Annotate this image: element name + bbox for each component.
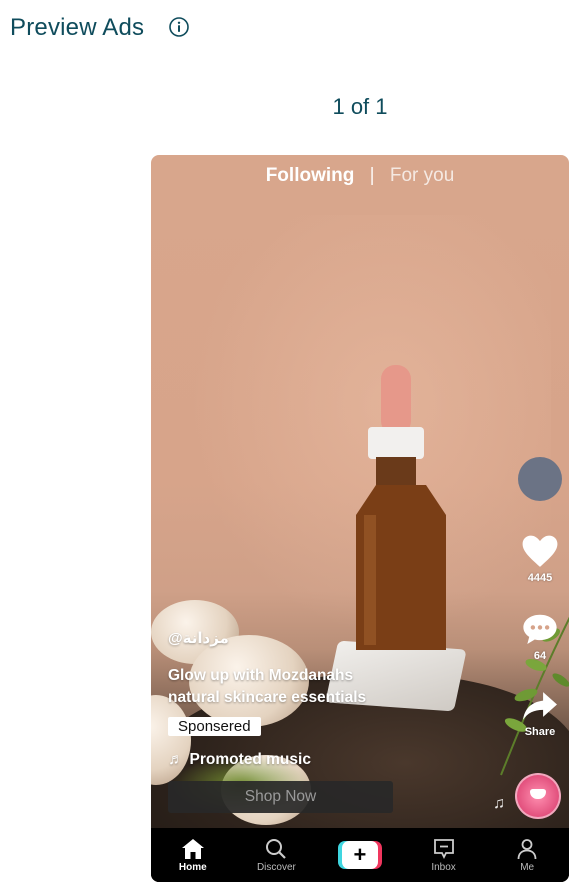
nav-discover-label: Discover (256, 861, 296, 873)
home-icon (181, 838, 204, 859)
ad-description: Glow up with Mozdanahs natural skincare … (168, 667, 367, 706)
nav-discover[interactable]: Discover (241, 838, 311, 873)
nav-inbox[interactable]: Inbox (409, 838, 479, 873)
creator-avatar[interactable] (517, 457, 563, 501)
promoted-music[interactable]: ♬ Promoted music (168, 751, 311, 769)
comment-count: 64 (533, 650, 547, 662)
tab-separator: | (369, 165, 375, 186)
music-disc-icon[interactable] (515, 773, 561, 819)
nav-home-label: Home (178, 861, 207, 873)
nav-me[interactable]: Me (492, 838, 562, 873)
music-note-icon: ♫ (493, 795, 505, 812)
ad-page-counter: 1 of 1 (332, 94, 388, 119)
share-label: Share (524, 726, 556, 738)
feed-tabs: Following | For you (151, 165, 569, 187)
heart-icon (522, 535, 558, 567)
nav-home[interactable]: Home (158, 838, 228, 873)
sponsored-badge: Sponsered (168, 717, 261, 736)
promoted-music-label: Promoted music (189, 751, 311, 768)
share-button[interactable]: Share (517, 689, 563, 738)
music-note-icon: ♬ (168, 751, 184, 768)
comment-button[interactable]: 64 (517, 611, 563, 662)
nav-me-label: Me (520, 861, 535, 873)
like-button[interactable]: 4445 (517, 533, 563, 584)
profile-icon (517, 838, 537, 859)
tab-for-you[interactable]: For you (390, 165, 454, 186)
create-plus-icon: + (337, 841, 382, 869)
dropper-bottle-image (356, 365, 446, 650)
ad-preview-phone: Following | For you 4445 64 Share ♫ @مزد… (151, 155, 569, 882)
inbox-icon (433, 838, 454, 859)
nav-create[interactable]: + (325, 841, 395, 869)
like-count: 4445 (527, 572, 553, 584)
share-arrow-icon (523, 692, 557, 720)
shop-now-button[interactable]: Shop Now (168, 781, 393, 813)
ad-handle[interactable]: @مزدانة (168, 629, 229, 647)
page-title: Preview Ads (10, 14, 145, 41)
search-icon (266, 838, 287, 859)
comment-icon (523, 614, 557, 645)
tab-following[interactable]: Following (266, 165, 355, 186)
info-circle-icon[interactable] (168, 16, 190, 38)
nav-inbox-label: Inbox (431, 861, 456, 873)
bottom-nav: Home Discover + Inbox Me (151, 828, 569, 882)
